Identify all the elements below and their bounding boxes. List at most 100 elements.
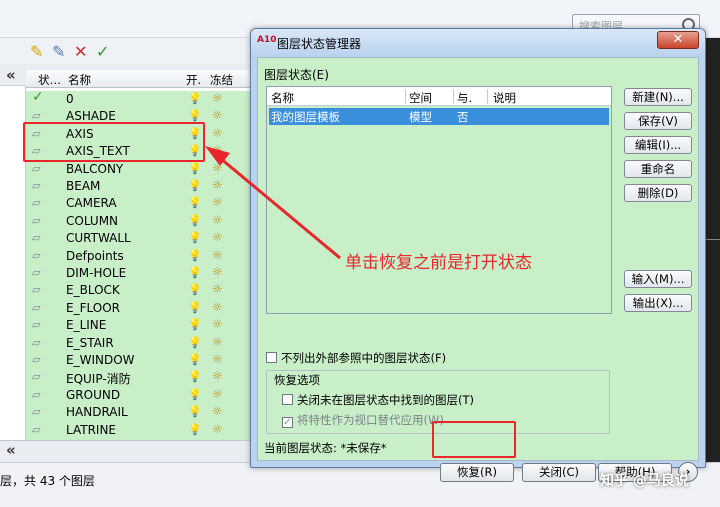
- new-state-button[interactable]: 新建(N)...: [624, 88, 692, 106]
- layer-row[interactable]: ▱ E_FLOOR 💡 ☼: [26, 299, 254, 318]
- import-state-button[interactable]: 输入(M)...: [624, 270, 692, 288]
- sun-icon[interactable]: ☼: [212, 161, 223, 175]
- checkbox-box[interactable]: [282, 394, 293, 405]
- col-on[interactable]: 开.: [186, 72, 201, 88]
- layer-row[interactable]: ▱ GROUND 💡 ☼: [26, 386, 254, 405]
- dialog-titlebar[interactable]: A10 图层状态管理器 ✕: [251, 29, 705, 57]
- lightbulb-icon[interactable]: 💡: [188, 162, 202, 175]
- sun-icon[interactable]: ☼: [212, 213, 223, 227]
- annotation-text: 单击恢复之前是打开状态: [345, 253, 532, 273]
- layer-row[interactable]: ▱ BEAM 💡 ☼: [26, 178, 254, 196]
- lightbulb-icon[interactable]: 💡: [188, 336, 202, 349]
- col-state-name[interactable]: 名称: [271, 90, 294, 106]
- lightbulb-icon[interactable]: 💡: [188, 405, 202, 418]
- lightbulb-icon[interactable]: 💡: [188, 231, 202, 244]
- lightbulb-icon[interactable]: 💡: [188, 179, 202, 192]
- sun-icon[interactable]: ☼: [212, 230, 223, 244]
- lightbulb-icon[interactable]: 💡: [188, 318, 202, 331]
- sun-icon[interactable]: ☼: [212, 369, 223, 383]
- sun-icon[interactable]: ☼: [212, 404, 223, 418]
- layer-row[interactable]: ▱ DIM-HOLE 💡 ☼: [26, 265, 254, 283]
- lightbulb-icon[interactable]: 💡: [188, 423, 202, 436]
- new-layer-icon[interactable]: ✎: [30, 42, 43, 61]
- sun-icon[interactable]: ☼: [212, 265, 223, 279]
- layer-row[interactable]: ▱ E_STAIR 💡 ☼: [26, 334, 254, 352]
- sun-icon[interactable]: ☼: [212, 300, 223, 314]
- exclude-xref-checkbox[interactable]: 不列出外部参照中的图层状态(F): [266, 350, 446, 366]
- lightbulb-icon[interactable]: 💡: [188, 249, 202, 262]
- sun-icon[interactable]: ☼: [212, 335, 223, 349]
- layer-row[interactable]: ▱ CURTWALL 💡 ☼: [26, 230, 254, 248]
- col-description[interactable]: 说明: [493, 90, 516, 106]
- horizontal-scrollbar[interactable]: [0, 440, 252, 462]
- lightbulb-icon[interactable]: 💡: [188, 196, 202, 209]
- sun-icon[interactable]: ☼: [212, 195, 223, 209]
- col-status[interactable]: 状…: [38, 72, 61, 88]
- delete-layer-icon[interactable]: ✕: [74, 42, 87, 61]
- sun-icon[interactable]: ☼: [212, 248, 223, 262]
- col-name[interactable]: 名称: [68, 72, 91, 88]
- collapse-bottom-icon[interactable]: «: [6, 441, 16, 459]
- highlight-axis-layers: [23, 122, 205, 162]
- col-freeze[interactable]: 冻结: [210, 72, 233, 88]
- checkbox-box[interactable]: [266, 352, 277, 363]
- layer-name: GROUND: [66, 387, 121, 402]
- zhihu-watermark: 知乎 @马良说: [600, 473, 689, 489]
- layer-row[interactable]: ▱ CAMERA 💡 ☼: [26, 195, 254, 213]
- layer-row[interactable]: ▱ E_WINDOW 💡 ☼: [26, 352, 254, 370]
- sun-icon[interactable]: ☼: [212, 282, 223, 296]
- set-current-icon[interactable]: ✓: [96, 42, 109, 61]
- layer-name: DIM-HOLE: [66, 266, 127, 280]
- layer-status-icon: ▱: [32, 179, 41, 192]
- export-state-button[interactable]: 输出(X)...: [624, 294, 692, 312]
- lightbulb-icon[interactable]: 💡: [188, 109, 202, 122]
- layer-row[interactable]: ▱ COLUMN 💡 ☼: [26, 212, 254, 231]
- layer-row[interactable]: ▱ BALCONY 💡 ☼: [26, 160, 254, 178]
- layer-row[interactable]: ▱ HANDRAIL 💡 ☼: [26, 404, 254, 422]
- layer-list-header: 状… 名称 开. 冻结: [26, 70, 254, 88]
- lightbulb-icon[interactable]: 💡: [188, 92, 202, 105]
- layer-name: EQUIP-消防: [66, 372, 131, 387]
- sun-icon[interactable]: ☼: [212, 178, 223, 192]
- restore-button[interactable]: 恢复(R): [440, 463, 514, 482]
- layer-row[interactable]: ▱ Defpoints 💡 ☼: [26, 247, 254, 265]
- layer-row[interactable]: ✓ 0 💡 ☼: [26, 89, 254, 109]
- sun-icon[interactable]: ☼: [212, 143, 223, 157]
- lightbulb-icon[interactable]: 💡: [188, 301, 202, 314]
- layer-row[interactable]: ▱ LATRINE 💡 ☼: [26, 421, 254, 439]
- col-same[interactable]: 与.: [457, 90, 472, 106]
- sun-icon[interactable]: ☼: [212, 317, 223, 331]
- layer-state-row[interactable]: 我的图层模板 模型 否: [269, 108, 609, 125]
- sun-icon[interactable]: ☼: [212, 91, 223, 105]
- viewport-override-checkbox[interactable]: 将特性作为视口替代应用(W): [282, 412, 444, 428]
- sun-icon[interactable]: ☼: [212, 108, 223, 122]
- close-icon[interactable]: ✕: [657, 31, 699, 49]
- checkbox-box[interactable]: [282, 417, 293, 428]
- col-space[interactable]: 空间: [409, 90, 432, 106]
- sun-icon[interactable]: ☼: [212, 387, 223, 401]
- lightbulb-icon[interactable]: 💡: [188, 353, 202, 366]
- lightbulb-icon[interactable]: 💡: [188, 370, 202, 383]
- save-state-button[interactable]: 保存(V): [624, 112, 692, 130]
- collapse-panel-icon[interactable]: «: [6, 66, 16, 84]
- dialog-close-button[interactable]: 关闭(C): [522, 463, 596, 482]
- lightbulb-icon[interactable]: 💡: [188, 388, 202, 401]
- turn-off-layers-label: 关闭未在图层状态中找到的图层(T): [297, 393, 474, 407]
- lightbulb-icon[interactable]: 💡: [188, 266, 202, 279]
- sun-icon[interactable]: ☼: [212, 126, 223, 140]
- layer-name: CURTWALL: [66, 231, 131, 246]
- sun-icon[interactable]: ☼: [212, 352, 223, 366]
- layer-name: HANDRAIL: [66, 405, 128, 420]
- layer-row[interactable]: ▱ E_BLOCK 💡 ☼: [26, 282, 254, 300]
- layer-status-icon: ▱: [32, 353, 41, 366]
- turn-off-layers-checkbox[interactable]: 关闭未在图层状态中找到的图层(T): [282, 392, 474, 408]
- rename-state-button[interactable]: 重命名: [624, 160, 692, 178]
- edit-state-button[interactable]: 编辑(I)...: [624, 136, 692, 154]
- layer-row[interactable]: ▱ E_LINE 💡 ☼: [26, 317, 254, 335]
- lightbulb-icon[interactable]: 💡: [188, 214, 202, 227]
- sun-icon[interactable]: ☼: [212, 422, 223, 436]
- lightbulb-icon[interactable]: 💡: [188, 283, 202, 296]
- layer-row[interactable]: ▱ EQUIP-消防 💡 ☼: [26, 369, 254, 387]
- delete-state-button[interactable]: 删除(D): [624, 184, 692, 202]
- new-vp-layer-icon[interactable]: ✎: [52, 42, 65, 61]
